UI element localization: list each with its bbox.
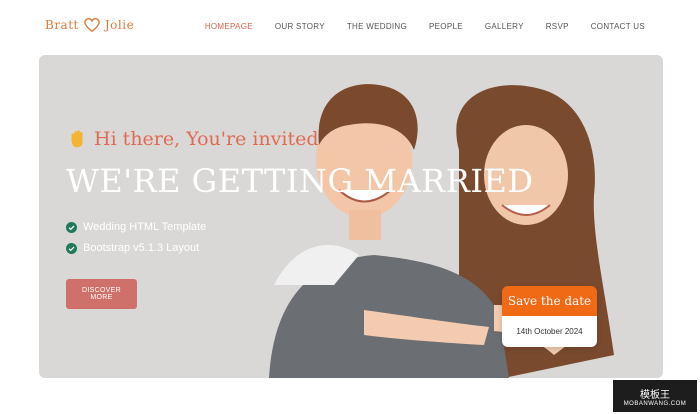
- nav-rsvp[interactable]: RSVP: [546, 22, 569, 31]
- main-menu: HOMEPAGE OUR STORY THE WEDDING PEOPLE GA…: [205, 22, 645, 31]
- watermark-title: 模板王: [640, 389, 670, 401]
- hero-title: WE'RE GETTING MARRIED: [66, 162, 534, 200]
- check-circle-icon: [66, 242, 77, 254]
- greeting-text: Hi there, You're invited: [94, 128, 319, 150]
- feature-item: Bootstrap v5.1.3 Layout: [66, 242, 199, 254]
- save-the-date-card: Save the date 14th October 2024: [502, 286, 597, 347]
- hero-greeting: Hi there, You're invited: [66, 128, 319, 150]
- brand-name-left: Bratt: [45, 18, 79, 32]
- feature-label: Wedding HTML Template: [83, 221, 207, 233]
- brand-name-right: Jolie: [104, 18, 135, 32]
- nav-people[interactable]: PEOPLE: [429, 22, 463, 31]
- watermark-logo: 模板王 MOBANWANG.COM: [613, 380, 697, 412]
- watermark-subtitle: MOBANWANG.COM: [623, 400, 687, 407]
- feature-label: Bootstrap v5.1.3 Layout: [83, 242, 200, 254]
- feature-item: Wedding HTML Template: [66, 221, 206, 233]
- nav-homepage[interactable]: HOMEPAGE: [205, 22, 253, 31]
- brand-logo[interactable]: Bratt Jolie: [45, 17, 134, 33]
- nav-the-wedding[interactable]: THE WEDDING: [347, 22, 407, 31]
- heart-icon: [84, 18, 100, 33]
- top-navbar: Bratt Jolie HOMEPAGE OUR STORY THE WEDDI…: [0, 0, 700, 54]
- nav-our-story[interactable]: OUR STORY: [275, 22, 325, 31]
- save-the-date-value: 14th October 2024: [502, 316, 597, 347]
- nav-contact-us[interactable]: CONTACT US: [591, 22, 645, 31]
- couple-photo: [269, 84, 614, 378]
- hero-banner: Hi there, You're invited WE'RE GETTING M…: [39, 55, 663, 378]
- check-circle-icon: [66, 221, 77, 233]
- waving-hand-icon: [71, 130, 83, 148]
- discover-more-button[interactable]: DISCOVER MORE: [66, 279, 137, 309]
- save-the-date-title: Save the date: [502, 286, 597, 316]
- nav-gallery[interactable]: GALLERY: [485, 22, 524, 31]
